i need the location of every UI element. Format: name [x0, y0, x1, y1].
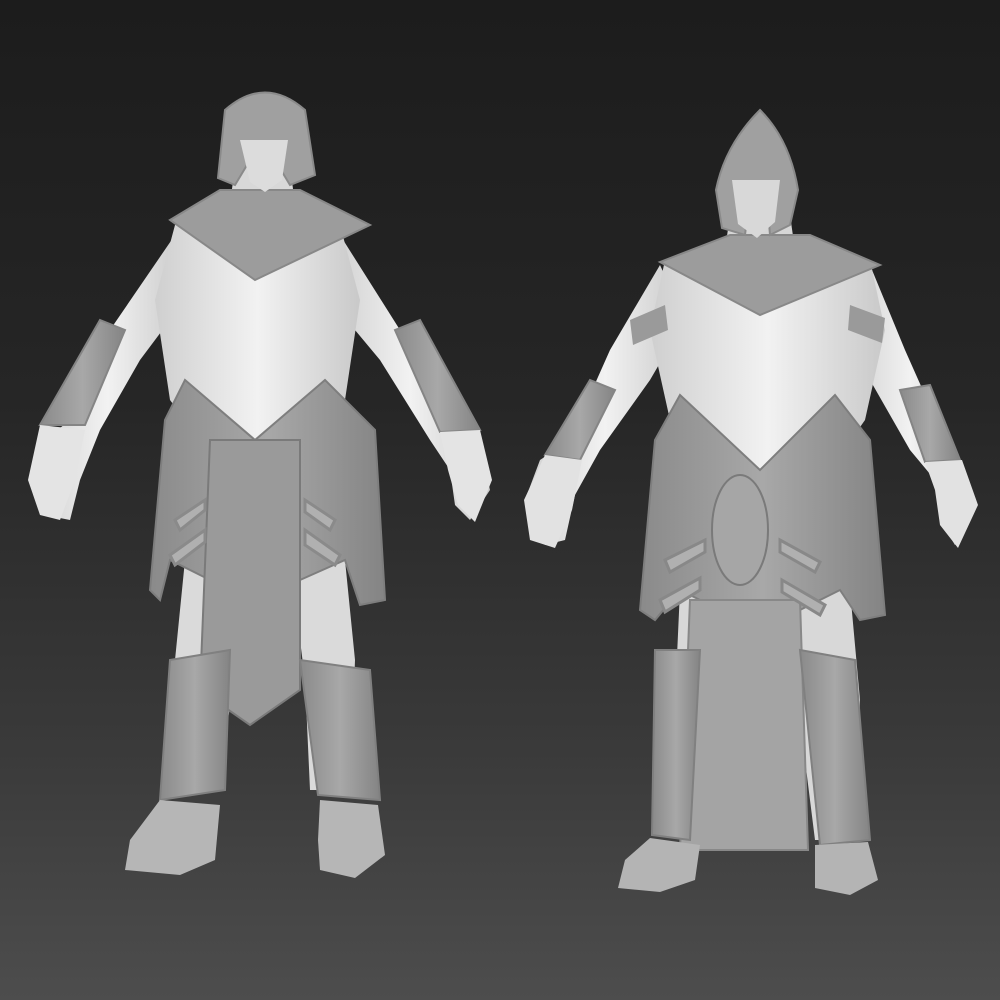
right-figure-belt-gem: [711, 474, 769, 586]
right-figure-left-foot: [815, 842, 878, 895]
left-figure-left-hand: [440, 430, 492, 522]
left-figure-right-greave: [158, 648, 232, 802]
armored-figure-left: [28, 91, 492, 878]
render-viewport: [0, 0, 1000, 1000]
right-figure-left-greave: [798, 648, 872, 847]
right-figure-right-foot: [618, 838, 700, 892]
left-figure-right-hand: [28, 425, 85, 520]
right-figure-front-panel: [678, 599, 810, 851]
armored-figure-right: [524, 108, 978, 895]
sculpt-scene: [28, 91, 978, 895]
left-figure-right-foot: [125, 800, 220, 875]
left-figure-left-foot: [318, 800, 385, 878]
right-figure-right-hand: [524, 455, 582, 548]
right-figure-left-hand: [925, 460, 978, 548]
